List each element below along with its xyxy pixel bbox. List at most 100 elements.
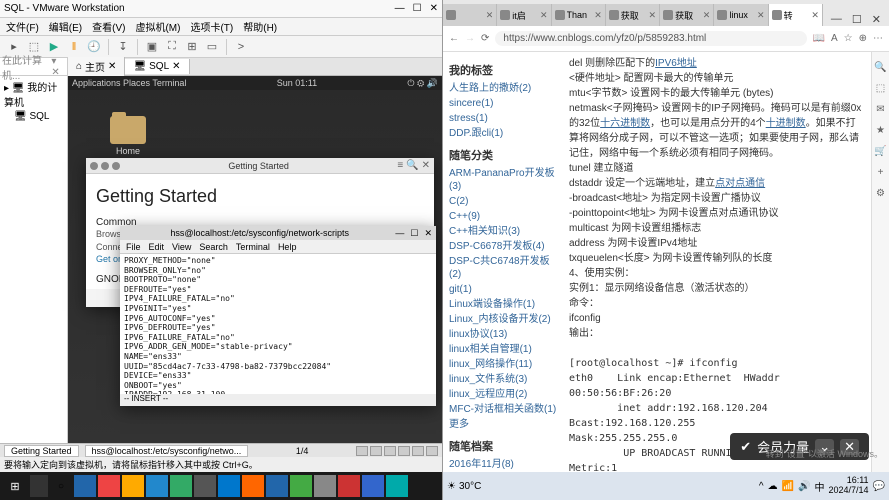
collections-icon[interactable]: ⊕ — [859, 33, 867, 44]
browser-tab[interactable]: 获取✕ — [660, 4, 714, 26]
term-menu-search[interactable]: Search — [199, 242, 228, 252]
side-add-icon[interactable]: + — [878, 167, 884, 178]
task-cortana-icon[interactable]: ○ — [50, 475, 72, 497]
tab-close-icon[interactable]: ✕ — [649, 10, 657, 21]
sidebar-link[interactable]: 更多 — [449, 417, 557, 432]
term-menu-edit[interactable]: Edit — [149, 242, 165, 252]
term-menu-terminal[interactable]: Terminal — [236, 242, 270, 252]
url-field[interactable]: https://www.cnblogs.com/yfz0/p/5859283.h… — [495, 31, 806, 46]
task-app-icon[interactable] — [338, 475, 360, 497]
sidebar-link[interactable]: sincere(1) — [449, 96, 557, 111]
tree-item-sql[interactable]: 🖥 SQL — [4, 110, 63, 123]
maximize-icon[interactable]: ☐ — [413, 3, 422, 14]
status-tab-term[interactable]: hss@localhost:/etc/sysconfig/netwo... — [85, 445, 249, 457]
toolbar-stretch-icon[interactable]: ⊞ — [184, 39, 200, 55]
tab-close-icon[interactable]: ✕ — [540, 10, 548, 21]
gs-menu-icon[interactable]: ≡ — [397, 160, 403, 171]
term-min-icon[interactable]: — — [395, 228, 404, 239]
back-icon[interactable]: ← — [449, 33, 459, 44]
task-vmware-icon[interactable] — [242, 475, 264, 497]
task-app-icon[interactable] — [218, 475, 240, 497]
sidebar-link[interactable]: git(1) — [449, 282, 557, 297]
toolbar-snapshot-icon[interactable]: 🕘 — [86, 39, 102, 55]
task-edge-icon[interactable] — [146, 475, 168, 497]
sidebar-link[interactable]: DSP-C共C6748开发板(2) — [449, 254, 557, 282]
task-app-icon[interactable] — [194, 475, 216, 497]
menu-edit[interactable]: 编辑(E) — [49, 19, 82, 34]
gs-max-icon[interactable] — [112, 162, 120, 170]
dev-icon[interactable] — [356, 446, 368, 456]
sidebar-link[interactable]: MFC-对话框相关函数(1) — [449, 402, 557, 417]
vm-desktop[interactable]: Applications Places Terminal Sun 01:11 ⏻… — [68, 76, 442, 443]
terminal-window[interactable]: hss@localhost:/etc/sysconfig/network-scr… — [120, 226, 436, 406]
ipv6-link[interactable]: IPV6地址 — [655, 58, 697, 69]
sidebar-link[interactable]: 人生路上的撒娇(2) — [449, 81, 557, 96]
gs-min-icon[interactable] — [101, 162, 109, 170]
fav-icon[interactable]: ☆ — [844, 33, 853, 44]
menu-file[interactable]: 文件(F) — [6, 19, 39, 34]
gs-close-icon[interactable] — [90, 162, 98, 170]
task-app-icon[interactable] — [170, 475, 192, 497]
linux-menu[interactable]: Applications Places Terminal — [72, 78, 186, 88]
weather-widget[interactable]: ☀ 30°C — [447, 481, 481, 492]
tray-ime-icon[interactable]: 中 — [815, 479, 825, 494]
toolbar-fullscreen-icon[interactable]: ⛶ — [164, 39, 180, 55]
menu-vm[interactable]: 虚拟机(M) — [135, 19, 180, 34]
sidebar-link[interactable]: DSP-C6678开发板(4) — [449, 239, 557, 254]
browser-tab[interactable]: Than✕ — [552, 4, 606, 26]
menu-icon[interactable]: ⋯ — [873, 33, 883, 44]
edge-max-icon[interactable]: ☐ — [852, 13, 862, 26]
sidebar-link[interactable]: ARM-PananaPro开发板(3) — [449, 166, 557, 194]
tray-wifi-icon[interactable]: 📶 — [782, 481, 794, 492]
browser-tab[interactable]: 获取✕ — [606, 4, 660, 26]
side-tool-icon[interactable]: ⬚ — [876, 83, 885, 94]
sidebar-link[interactable]: C++相关知识(3) — [449, 224, 557, 239]
term-max-icon[interactable]: ☐ — [410, 228, 418, 239]
sidebar-link[interactable]: linux协议(13) — [449, 327, 557, 342]
dev-icon[interactable] — [384, 446, 396, 456]
dev-icon[interactable] — [398, 446, 410, 456]
task-app-icon[interactable] — [74, 475, 96, 497]
task-app-icon[interactable] — [386, 475, 408, 497]
sidebar-link[interactable]: C++(9) — [449, 209, 557, 224]
hex-link[interactable]: 十六进制数 — [600, 118, 650, 129]
task-app-icon[interactable] — [314, 475, 336, 497]
dev-icon[interactable] — [412, 446, 424, 456]
sidebar-link[interactable]: linux_远程应用(2) — [449, 387, 557, 402]
refresh-icon[interactable]: ⟳ — [481, 33, 489, 44]
read-icon[interactable]: 📖 — [813, 33, 825, 44]
dec-link[interactable]: 十进制数 — [766, 118, 806, 129]
sidebar-link[interactable]: Linux_内核设备开发(2) — [449, 312, 557, 327]
tab-close-icon[interactable]: ✕ — [757, 10, 765, 21]
toolbar-send-icon[interactable]: ↧ — [115, 39, 131, 55]
menu-tabs[interactable]: 选项卡(T) — [190, 19, 233, 34]
toolbar-fit-icon[interactable]: ▭ — [204, 39, 220, 55]
browser-tab[interactable]: it启✕ — [497, 4, 551, 26]
sidebar-link[interactable]: linux_网络操作(11) — [449, 357, 557, 372]
sidebar-link[interactable]: DDP.跟cli(1) — [449, 126, 557, 141]
tab-close-icon[interactable]: ✕ — [703, 10, 711, 21]
close-icon[interactable]: ✕ — [430, 3, 438, 14]
tab-sql[interactable]: 🖥 SQL ✕ — [125, 59, 189, 74]
p2p-link[interactable]: 点对点通信 — [715, 178, 765, 189]
edge-close-icon[interactable]: ✕ — [872, 13, 881, 26]
dev-icon[interactable] — [426, 446, 438, 456]
windows-taskbar-left[interactable]: ⊞ ○ — [0, 472, 442, 500]
browser-tab[interactable]: 转✕ — [769, 4, 823, 26]
menu-view[interactable]: 查看(V) — [92, 19, 125, 34]
toolbar-unity-icon[interactable]: ▣ — [144, 39, 160, 55]
side-tool-icon[interactable]: ★ — [876, 125, 885, 136]
browser-tab[interactable]: linux✕ — [714, 4, 768, 26]
sidebar-search[interactable]: 在此计算机...▾ ✕ — [0, 58, 67, 76]
side-search-icon[interactable]: 🔍 — [874, 62, 886, 73]
tab-close-icon[interactable]: ✕ — [594, 10, 602, 21]
menu-help[interactable]: 帮助(H) — [243, 19, 277, 34]
tab-close-icon[interactable]: ✕ — [486, 10, 494, 21]
sidebar-link[interactable]: linux相关自管理(1) — [449, 342, 557, 357]
task-app-icon[interactable] — [290, 475, 312, 497]
gs-close2-icon[interactable]: ✕ — [422, 160, 430, 171]
sidebar-link[interactable]: Linux端设备操作(1) — [449, 297, 557, 312]
tree-root[interactable]: ▸ 🖥 我的计算机 — [4, 78, 63, 110]
terminal-content[interactable]: PROXY_METHOD="none" BROWSER_ONLY="no" BO… — [120, 254, 436, 394]
tray-volume-icon[interactable]: 🔊 — [798, 481, 810, 492]
